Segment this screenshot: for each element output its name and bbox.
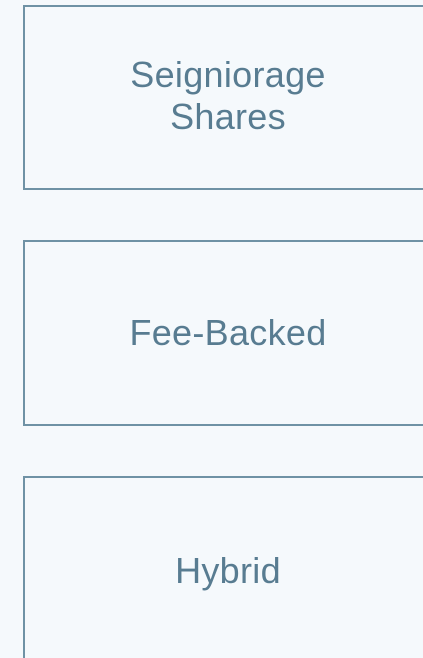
option-label-fee-backed: Fee-Backed <box>129 312 327 353</box>
option-label-line-2: Shares <box>170 95 286 137</box>
option-seigniorage-shares-card[interactable]: Seigniorage Shares <box>23 5 423 190</box>
option-fee-backed-card[interactable]: Fee-Backed <box>23 240 423 426</box>
option-label-hybrid: Hybrid <box>175 550 281 591</box>
option-hybrid-card[interactable]: Hybrid <box>23 476 423 658</box>
option-label-line-1: Seigniorage <box>130 53 326 95</box>
option-label-seigniorage-shares: Seigniorage Shares <box>28 54 423 138</box>
